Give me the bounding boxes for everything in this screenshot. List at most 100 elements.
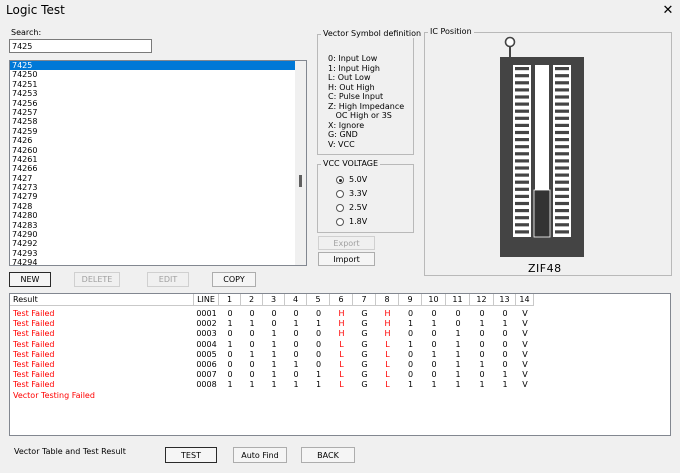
list-scrollbar[interactable] xyxy=(295,61,306,265)
new-button[interactable]: NEW xyxy=(9,272,51,287)
list-item[interactable]: 74259 xyxy=(10,127,306,136)
column-header[interactable]: 6 xyxy=(330,294,353,306)
vector-cell: G xyxy=(361,319,368,329)
delete-button[interactable]: DELETE xyxy=(74,272,120,287)
vcc-option-label: 3.3V xyxy=(349,189,368,198)
list-item[interactable]: 7427 xyxy=(10,174,306,183)
vector-cell: 0 xyxy=(502,339,508,349)
window-title: Logic Test xyxy=(6,3,65,17)
vector-cell: 0 xyxy=(293,349,299,359)
title-bar xyxy=(0,0,680,24)
column-header[interactable]: 13 xyxy=(494,294,516,306)
column-header[interactable]: LINE xyxy=(194,294,219,306)
edit-button[interactable]: EDIT xyxy=(147,272,189,287)
list-item[interactable]: 74280 xyxy=(10,211,306,220)
list-item[interactable]: 74294 xyxy=(10,258,306,265)
list-item[interactable]: 7428 xyxy=(10,202,306,211)
vector-result-table[interactable]: Result LINE 1 2 3 4 5 6 7 8 9 10 11 12 13 14 Test Failed… xyxy=(9,293,671,436)
list-item[interactable]: 74260 xyxy=(10,146,306,155)
column-header[interactable]: 3 xyxy=(263,294,285,306)
vcc-radio-1-8v[interactable] xyxy=(336,218,344,226)
list-item[interactable]: 74257 xyxy=(10,108,306,117)
vector-cell: 1 xyxy=(455,329,461,339)
vcc-radio-2-5v[interactable] xyxy=(336,204,344,212)
vcc-option-label: 1.8V xyxy=(349,217,368,226)
list-item[interactable]: 7426 xyxy=(10,136,306,145)
back-button[interactable]: BACK xyxy=(301,447,355,463)
column-header[interactable]: 7 xyxy=(353,294,376,306)
column-header[interactable]: 2 xyxy=(241,294,263,306)
ic-list[interactable]: 7425 74250 74251 74253 74256 74257 74258 74259 7… xyxy=(9,60,307,266)
vector-cell: H xyxy=(338,329,345,339)
vector-cell: 1 xyxy=(271,360,277,369)
vector-cell: L xyxy=(385,370,390,380)
vector-cell: 0 xyxy=(407,309,414,318)
column-header[interactable]: 5 xyxy=(307,294,330,306)
vcc-radio-3-3v[interactable] xyxy=(336,190,344,198)
close-icon[interactable]: ✕ xyxy=(660,3,676,19)
copy-button[interactable]: COPY xyxy=(212,272,256,287)
vector-cell: 1 xyxy=(455,370,461,380)
vector-cell: V xyxy=(522,319,528,329)
column-header[interactable]: 9 xyxy=(399,294,422,306)
column-header[interactable]: 10 xyxy=(422,294,446,306)
vector-cell: 1 xyxy=(249,319,255,329)
vector-cell: V xyxy=(522,309,528,318)
list-item[interactable]: 74293 xyxy=(10,249,306,258)
vector-cell: 0 xyxy=(502,360,508,369)
column-header[interactable]: Result xyxy=(10,294,194,306)
vector-cell: 0 xyxy=(249,339,255,349)
column-header[interactable]: 12 xyxy=(470,294,494,306)
vector-cell: 0 xyxy=(271,309,277,318)
list-item[interactable]: 74292 xyxy=(10,239,306,248)
column-header[interactable]: 8 xyxy=(376,294,399,306)
list-item[interactable]: 74279 xyxy=(10,192,306,201)
list-item[interactable]: 7425 xyxy=(10,61,295,71)
list-item[interactable]: 74273 xyxy=(10,183,306,192)
vector-cell: 0 xyxy=(431,329,437,339)
vector-cell: 0 xyxy=(315,360,322,369)
vector-cell: G xyxy=(361,349,368,359)
list-item[interactable]: 74258 xyxy=(10,117,306,126)
auto-find-button[interactable]: Auto Find xyxy=(233,447,287,463)
vector-cell: 1 xyxy=(249,349,255,359)
list-item[interactable]: 74251 xyxy=(10,80,306,89)
list-item[interactable]: 74250 xyxy=(10,70,306,79)
search-input[interactable] xyxy=(9,39,152,53)
vcc-radio-5-0v[interactable] xyxy=(336,176,344,184)
vector-cell: 1 xyxy=(315,370,322,380)
result-cell: Test Failed xyxy=(13,380,55,390)
vector-cell: 1 xyxy=(479,380,485,390)
vector-cell: 0 xyxy=(227,329,233,339)
import-button[interactable]: Import xyxy=(318,252,375,266)
column-header[interactable]: 4 xyxy=(285,294,307,306)
line-cell: 0003 xyxy=(196,329,217,339)
vector-cell: 1 xyxy=(249,380,255,390)
list-item[interactable]: 74253 xyxy=(10,89,306,98)
list-item[interactable]: 74290 xyxy=(10,230,306,239)
line-cell: 0002 xyxy=(196,319,217,329)
column-header[interactable]: 1 xyxy=(219,294,241,306)
test-button[interactable]: TEST xyxy=(165,447,217,463)
vector-cell: 0 xyxy=(502,349,508,359)
vector-cell: 0 xyxy=(293,370,299,380)
vector-cell: 0 xyxy=(431,339,437,349)
export-button[interactable]: Export xyxy=(318,236,375,250)
vector-cell: 1 xyxy=(407,380,414,390)
vector-cell: 0 xyxy=(315,339,322,349)
vector-cell: 0 xyxy=(431,370,437,380)
list-item[interactable]: 74261 xyxy=(10,155,306,164)
scrollbar-thumb[interactable] xyxy=(299,175,302,187)
column-header[interactable]: 14 xyxy=(516,294,534,306)
line-cell: 0001 xyxy=(196,309,217,318)
vcc-voltage-title: VCC VOLTAGE xyxy=(321,159,381,168)
vector-cell: 0 xyxy=(502,309,508,318)
list-item[interactable]: 74256 xyxy=(10,99,306,108)
list-item[interactable]: 74266 xyxy=(10,164,306,173)
vector-cell: 1 xyxy=(407,339,414,349)
vector-cell: 0 xyxy=(249,370,255,380)
symbol-definition-line: V: VCC xyxy=(328,139,355,149)
vector-cell: H xyxy=(338,309,345,318)
column-header[interactable]: 11 xyxy=(446,294,470,306)
list-item[interactable]: 74283 xyxy=(10,221,306,230)
